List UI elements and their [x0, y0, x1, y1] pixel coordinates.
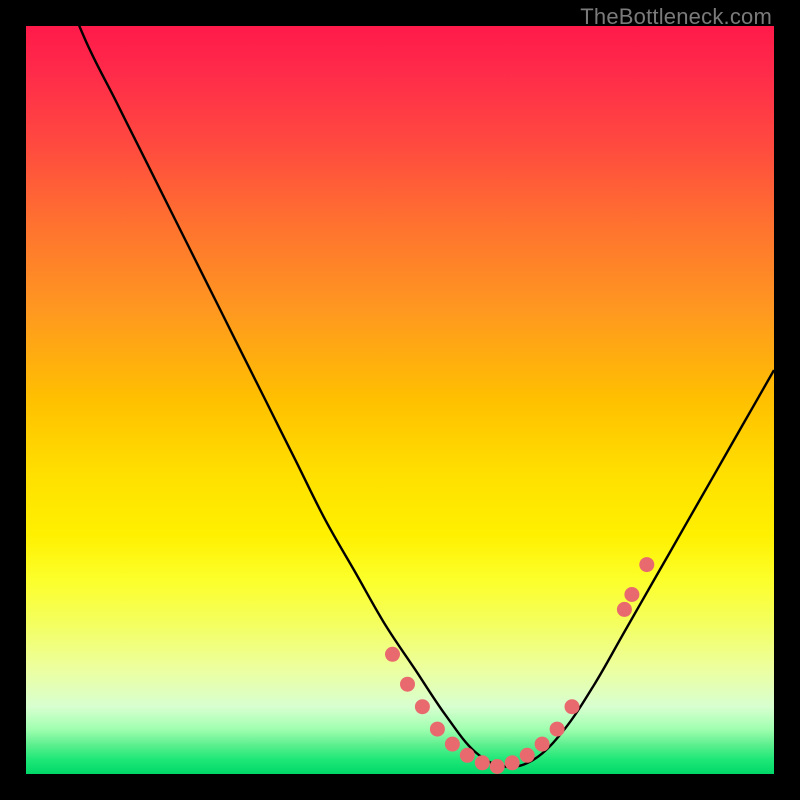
highlight-dot [415, 699, 430, 714]
highlight-dot [490, 759, 505, 774]
plot-area [26, 26, 774, 774]
highlight-dot [639, 557, 654, 572]
chart-frame: TheBottleneck.com [0, 0, 800, 800]
watermark-text: TheBottleneck.com [580, 4, 772, 30]
highlight-dot [617, 602, 632, 617]
highlight-dots-group [385, 557, 654, 774]
highlight-dot [505, 755, 520, 770]
chart-svg [26, 26, 774, 774]
highlight-dot [475, 755, 490, 770]
highlight-dot [400, 677, 415, 692]
highlight-dot [520, 748, 535, 763]
highlight-dot [535, 737, 550, 752]
highlight-dot [445, 737, 460, 752]
highlight-dot [385, 647, 400, 662]
bottleneck-curve [26, 26, 774, 767]
highlight-dot [624, 587, 639, 602]
highlight-dot [550, 722, 565, 737]
highlight-dot [430, 722, 445, 737]
highlight-dot [565, 699, 580, 714]
highlight-dot [460, 748, 475, 763]
